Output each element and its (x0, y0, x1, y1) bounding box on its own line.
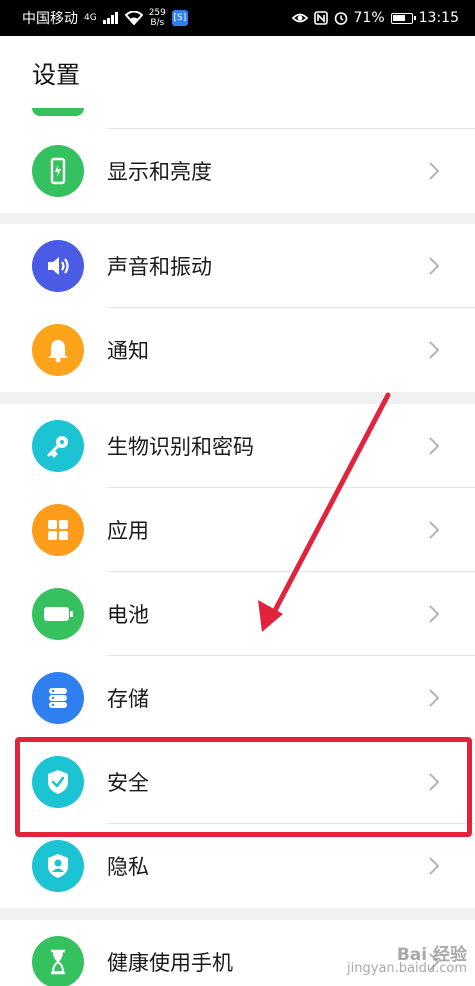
speaker-icon (32, 240, 84, 292)
chevron-right-icon (423, 854, 445, 878)
network-type: 4G (84, 13, 97, 23)
eye-comfort-icon (291, 13, 308, 23)
settings-item-privacy[interactable]: 隐私 (0, 824, 475, 908)
settings-group-partial (0, 108, 475, 129)
wifi-icon (124, 11, 143, 25)
settings-group-sound: 声音和振动 通知 (0, 224, 475, 392)
chevron-right-icon (423, 518, 445, 542)
settings-item-sound-vibration[interactable]: 声音和振动 (0, 224, 475, 308)
settings-item-label: 声音和振动 (107, 255, 212, 279)
battery-status-icon (390, 12, 416, 24)
network-speed: 259 B/s (148, 8, 166, 28)
hourglass-icon (32, 936, 84, 986)
chevron-right-icon (423, 686, 445, 710)
settings-item-security[interactable]: 安全 (0, 740, 475, 824)
storage-icon (32, 672, 84, 724)
settings-item-label: 应用 (107, 519, 149, 543)
settings-item-biometrics-password[interactable]: 生物识别和密码 (0, 404, 475, 488)
apps-grid-icon (32, 504, 84, 556)
clock-time: 13:15 (418, 10, 459, 26)
settings-item-battery[interactable]: 电池 (0, 572, 475, 656)
privacy-shield-icon (32, 840, 84, 892)
app-notification-icon: [S] (171, 10, 188, 26)
chevron-right-icon (423, 770, 445, 794)
chevron-right-icon (423, 159, 445, 183)
key-icon (32, 420, 84, 472)
settings-item-apps[interactable]: 应用 (0, 488, 475, 572)
settings-item-label: 电池 (107, 603, 149, 627)
nfc-icon (313, 11, 328, 25)
battery-percent: 71% (353, 10, 385, 26)
shield-check-icon (32, 756, 84, 808)
settings-item-display-brightness[interactable]: 显示和亮度 (0, 129, 475, 213)
chevron-right-icon (423, 602, 445, 626)
settings-item-label: 显示和亮度 (107, 160, 212, 184)
settings-group-display: 显示和亮度 (0, 129, 475, 213)
status-bar: 中国移动 4G 259 B/s [S] 71% 13:15 (0, 0, 475, 36)
settings-item-label: 隐私 (107, 855, 149, 879)
page-title: 设置 (0, 36, 475, 108)
chevron-right-icon (423, 338, 445, 362)
settings-group-security: 生物识别和密码 应用 电池 存储 安全 隐私 (0, 404, 475, 908)
settings-item-label: 健康使用手机 (107, 951, 233, 975)
settings-item-label: 生物识别和密码 (107, 435, 254, 459)
chevron-right-icon (423, 254, 445, 278)
settings-item-label: 通知 (107, 339, 149, 363)
battery-icon (32, 588, 84, 640)
carrier-name: 中国移动 (22, 11, 78, 27)
settings-screen: 中国移动 4G 259 B/s [S] 71% 13:15 设置 显示和亮度 声… (0, 0, 475, 986)
phone-brightness-icon (32, 145, 84, 197)
partial-settings-icon (32, 108, 84, 116)
settings-item-notifications[interactable]: 通知 (0, 308, 475, 392)
watermark: Bai 经验 jingyan.baidu.com (347, 945, 467, 976)
alarm-icon (334, 12, 347, 25)
settings-item-label: 存储 (107, 687, 149, 711)
settings-item-label: 安全 (107, 771, 149, 795)
bell-icon (32, 324, 84, 376)
settings-item-storage[interactable]: 存储 (0, 656, 475, 740)
signal-icon (102, 12, 118, 24)
chevron-right-icon (423, 434, 445, 458)
